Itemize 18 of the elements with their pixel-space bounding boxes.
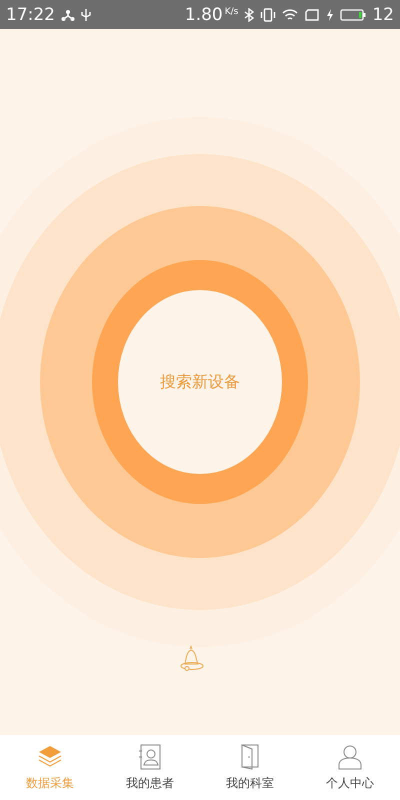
battery-level: 12	[372, 4, 394, 24]
person-icon	[337, 744, 363, 770]
layers-icon	[37, 744, 63, 770]
wifi-icon	[282, 8, 298, 22]
sim-card-icon	[304, 8, 320, 22]
tab[interactable]: 我的患者	[100, 735, 200, 800]
bluetooth-icon	[244, 8, 254, 22]
network-speed: 1.80	[184, 4, 223, 24]
status-time: 17:22	[6, 4, 55, 24]
charging-icon	[326, 8, 334, 22]
contact-card-icon	[137, 744, 163, 770]
speed-unit: K/s	[224, 7, 238, 17]
usb-icon	[81, 8, 91, 22]
battery-icon	[340, 8, 366, 22]
tab[interactable]: 个人中心	[300, 735, 400, 800]
share-icon	[61, 8, 75, 22]
tab[interactable]: 我的科室	[200, 735, 300, 800]
vibrate-icon	[260, 8, 276, 22]
